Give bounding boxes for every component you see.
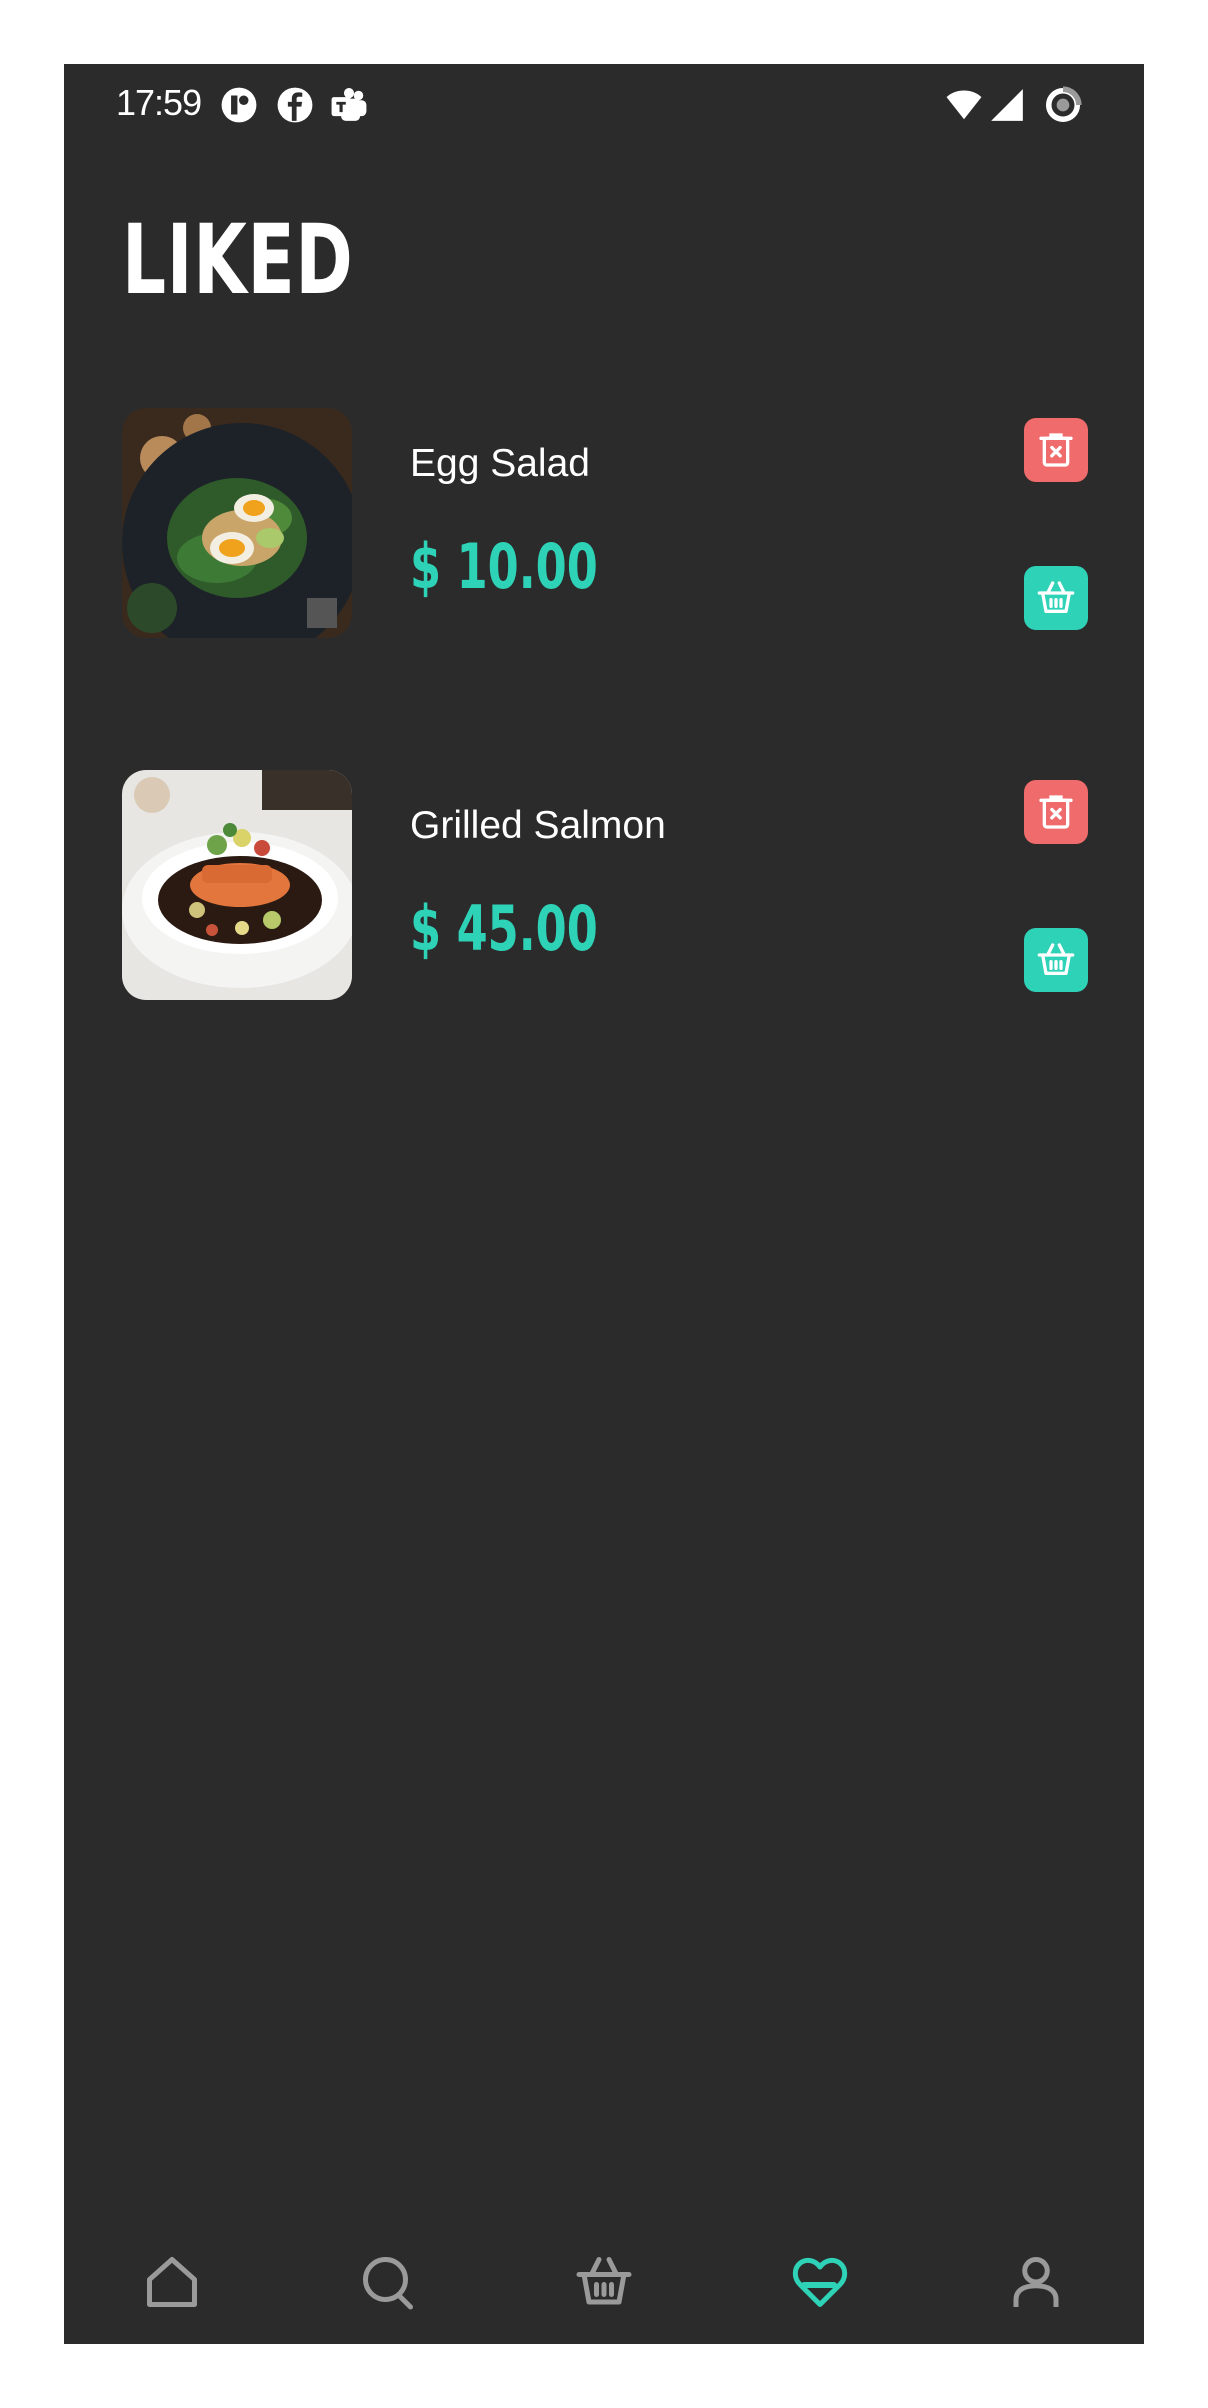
page-title: LIKED [122,204,354,316]
add-to-basket-button[interactable] [1024,928,1088,992]
liked-item[interactable]: Grilled Salmon $ 45.00 [122,770,1088,1000]
item-price: $ 10.00 [410,530,598,603]
trash-icon [1039,795,1073,829]
home-icon [147,2257,197,2307]
status-bar: 17:59 [64,64,1144,144]
nav-profile[interactable] [1006,2252,1066,2312]
facebook-icon [276,86,314,124]
remove-button[interactable] [1024,418,1088,482]
remove-button[interactable] [1024,780,1088,844]
wifi-icon [942,86,986,124]
profile-icon [1013,2257,1059,2307]
status-time: 17:59 [116,82,202,123]
item-price: $ 45.00 [410,892,598,965]
signal-icon [988,86,1026,124]
basket-icon [1037,581,1075,613]
nav-basket[interactable] [574,2252,634,2312]
item-name: Egg Salad [410,442,590,485]
teams-icon [330,86,368,124]
item-name: Grilled Salmon [410,804,666,847]
liked-item[interactable]: Egg Salad $ 10.00 [122,408,1088,638]
search-icon [363,2257,413,2310]
basket-icon [576,2257,632,2305]
nav-search[interactable] [358,2252,418,2312]
add-to-basket-button[interactable] [1024,566,1088,630]
app-notification-icon [220,86,258,124]
active-tab-indicator [801,2282,837,2288]
basket-icon [1037,943,1075,975]
bottom-nav [64,2144,1144,2344]
grilled-salmon-photo [122,770,352,1000]
app-screen: 17:59 LIKED Egg Salad $ 10.00 Grilled Sa… [64,64,1144,2344]
nav-home[interactable] [142,2252,202,2312]
egg-salad-photo [122,408,352,638]
data-saver-icon [1044,86,1082,124]
trash-icon [1039,433,1073,467]
